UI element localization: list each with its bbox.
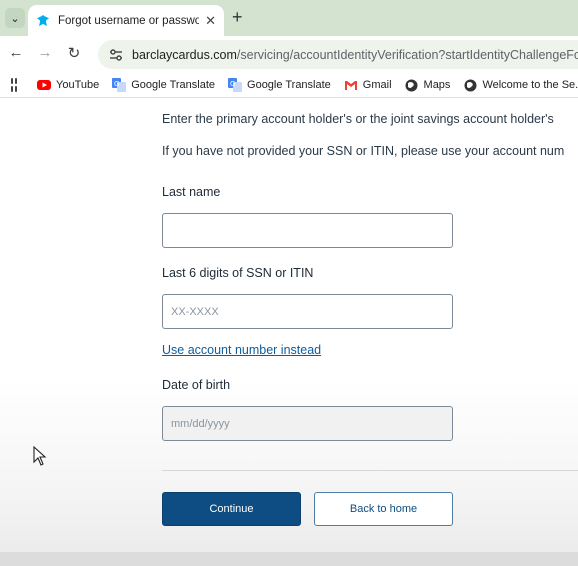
bookmark-label: Welcome to the Se... — [482, 79, 578, 91]
intro-text-ssn: If you have not provided your SSN or ITI… — [162, 144, 565, 158]
tab-search-button[interactable]: ⌄ — [5, 8, 25, 28]
ssn-input[interactable] — [162, 294, 453, 329]
form-divider — [162, 470, 578, 471]
bookmark-gmail[interactable]: Gmail — [344, 78, 392, 92]
tab-title: Forgot username or password — [58, 14, 200, 27]
translate-icon: G — [112, 78, 127, 92]
reload-icon[interactable]: ↻ — [64, 44, 84, 62]
url-host: barclaycardus.com — [132, 47, 237, 62]
site-settings-icon[interactable] — [108, 47, 123, 63]
date-of-birth-label: Date of birth — [162, 378, 231, 392]
url-text: barclaycardus.com/servicing/accountIdent… — [132, 48, 578, 62]
svg-text:G: G — [114, 80, 119, 88]
globe-icon — [463, 78, 477, 92]
last-name-input[interactable] — [162, 213, 453, 248]
bookmark-youtube[interactable]: YouTube — [37, 78, 99, 92]
back-arrow-icon[interactable]: ← — [6, 44, 26, 61]
bookmark-label: Google Translate — [247, 79, 331, 91]
bookmark-label: YouTube — [56, 79, 100, 91]
address-bar[interactable]: barclaycardus.com/servicing/accountIdent… — [98, 40, 578, 69]
chevron-down-icon: ⌄ — [10, 12, 20, 25]
bookmark-label: Google Translate — [131, 79, 216, 91]
bookmark-google-translate[interactable]: G Google Translate — [112, 78, 215, 92]
barclays-eagle-icon — [36, 14, 50, 28]
ssn-label: Last 6 digits of SSN or ITIN — [162, 266, 314, 280]
continue-button[interactable]: Continue — [162, 492, 301, 526]
browser-tab-active[interactable]: Forgot username or password ✕ — [28, 5, 224, 36]
bookmarks-bar: YouTube G Google Translate G Google Tran… — [0, 73, 578, 98]
back-to-home-button[interactable]: Back to home — [314, 492, 453, 526]
youtube-icon — [37, 78, 51, 92]
new-tab-icon[interactable]: + — [232, 7, 243, 28]
bookmark-label: Maps — [423, 79, 451, 91]
gmail-icon — [344, 78, 358, 92]
url-path: /servicing/accountIdentityVerification?s… — [236, 47, 578, 62]
bookmark-label: Gmail — [362, 79, 392, 91]
last-name-label: Last name — [162, 185, 221, 199]
svg-text:G: G — [230, 80, 235, 88]
intro-text-primary: Enter the primary account holder's or th… — [162, 112, 554, 126]
use-account-number-link[interactable]: Use account number instead — [162, 343, 321, 357]
browser-toolbar: ← → ↻ barclaycardus.com/servicing/accoun… — [0, 36, 578, 73]
page-content: Enter the primary account holder's or th… — [0, 98, 578, 566]
date-of-birth-input[interactable] — [162, 406, 453, 441]
bookmark-welcome[interactable]: Welcome to the Se... — [463, 78, 578, 92]
translate-icon: G — [228, 78, 243, 92]
mouse-pointer-icon — [33, 445, 47, 471]
bookmark-maps[interactable]: Maps — [405, 78, 451, 92]
page-bottom-bar — [0, 552, 578, 566]
apps-grid-icon[interactable] — [11, 78, 17, 92]
close-icon[interactable]: ✕ — [205, 13, 216, 29]
bookmark-google-translate-2[interactable]: G Google Translate — [228, 78, 331, 92]
globe-icon — [405, 78, 419, 92]
forward-arrow-icon[interactable]: → — [35, 44, 55, 61]
tab-strip: ⌄ Forgot username or password ✕ + — [0, 0, 578, 36]
